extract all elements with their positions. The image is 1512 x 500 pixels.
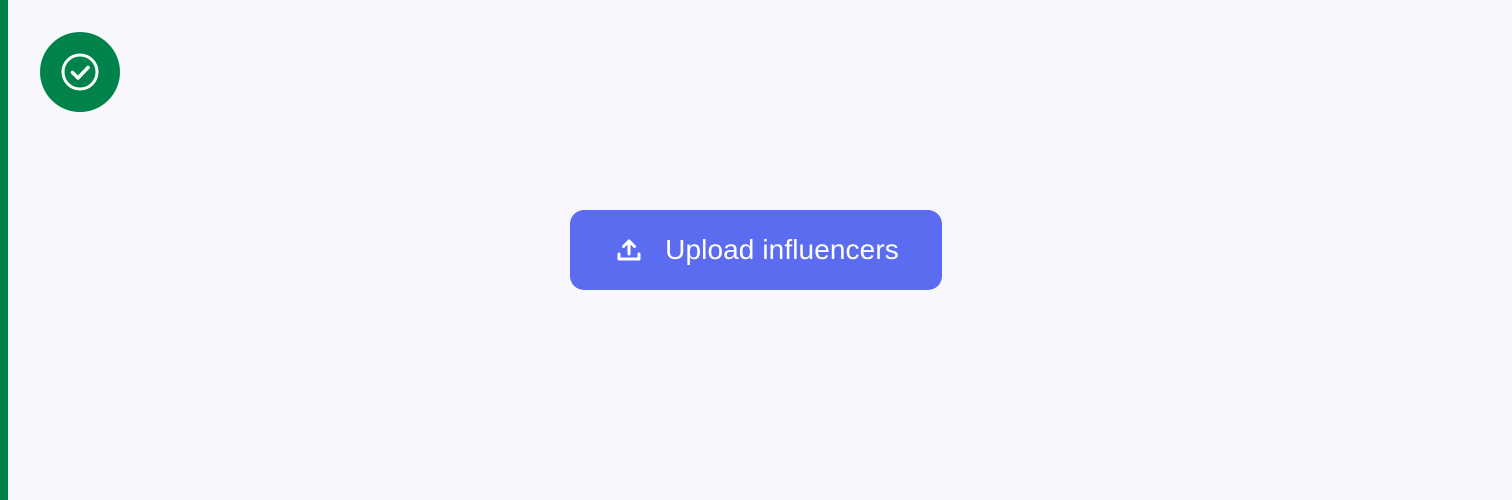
check-circle-icon [61, 53, 99, 91]
upload-icon [613, 234, 645, 266]
upload-influencers-button[interactable]: Upload influencers [570, 210, 942, 290]
success-page: Upload influencers [0, 0, 1512, 500]
upload-button-label: Upload influencers [665, 234, 899, 265]
success-status-badge [40, 32, 120, 112]
